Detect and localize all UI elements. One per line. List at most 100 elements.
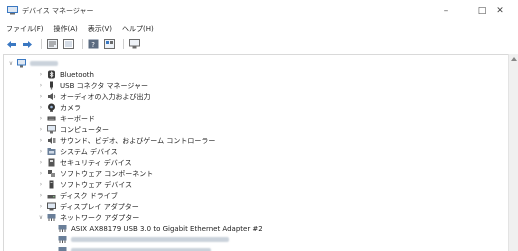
scroll-up-icon[interactable]: [511, 57, 517, 61]
chevron-right-icon[interactable]: ›: [37, 93, 45, 100]
tree-root[interactable]: ∨: [7, 58, 58, 69]
network-card-icon: [58, 236, 67, 243]
scan-hardware-button[interactable]: [128, 38, 141, 50]
speaker-icon: [48, 93, 56, 100]
monitor-icon: [129, 39, 140, 49]
tree-item-network-adapter-redacted[interactable]: [56, 234, 229, 245]
svg-text:?: ?: [91, 41, 95, 49]
tree-item-label: カメラ: [60, 103, 81, 112]
chevron-right-icon[interactable]: ›: [37, 203, 45, 210]
security-icon: [48, 158, 55, 167]
menu-file[interactable]: ファイル(F): [6, 24, 44, 34]
tree-item-usb-connector[interactable]: › USB コネクタ マネージャー: [37, 80, 148, 91]
view-button[interactable]: [103, 38, 116, 50]
menu-bar: ファイル(F) 操作(A) 表示(V) ヘルプ(H): [0, 22, 518, 36]
menu-view[interactable]: 表示(V): [88, 24, 112, 34]
help-button[interactable]: ?: [87, 38, 100, 50]
forward-icon: [23, 40, 32, 48]
help-icon: ?: [88, 39, 99, 49]
view-icon: [104, 39, 115, 49]
toolbar-separator: [82, 39, 83, 49]
tree-item-camera[interactable]: › カメラ: [37, 102, 81, 113]
chevron-right-icon[interactable]: ›: [37, 137, 45, 144]
tree-item-label: ディスク ドライブ: [60, 191, 118, 200]
tree-item-software-devices[interactable]: › ソフトウェア デバイス: [37, 179, 132, 190]
tree-item-label: システム デバイス: [60, 147, 118, 156]
chevron-right-icon[interactable]: ›: [37, 148, 45, 155]
vertical-scrollbar[interactable]: [508, 54, 518, 251]
tree-item-label: キーボード: [60, 114, 95, 123]
computer-icon: [47, 125, 56, 134]
bluetooth-icon: [48, 70, 55, 79]
tree-item-network-adapters[interactable]: ∨ ネットワーク アダプター: [37, 212, 139, 223]
tree-item-label: コンピューター: [60, 125, 109, 134]
tree-item-label: USB コネクタ マネージャー: [60, 81, 149, 90]
display-icon: [47, 202, 56, 211]
keyboard-icon: [47, 116, 56, 121]
tree-item-asix-adapter[interactable]: ASIX AX88179 USB 3.0 to Gigabit Ethernet…: [56, 223, 263, 234]
device-list-button[interactable]: [62, 38, 75, 50]
tree-item-label: オーディオの入力および出力: [60, 92, 151, 101]
back-icon: [7, 40, 16, 48]
computer-icon: [17, 59, 26, 68]
tree-item-keyboard[interactable]: › キーボード: [37, 113, 95, 124]
device-tree: ∨ › Bluetooth › USB コネクタ マネージャー › オーディオの…: [3, 54, 508, 251]
properties-icon: [47, 39, 58, 49]
minimize-button[interactable]: –: [428, 0, 464, 22]
window-title: デバイス マネージャー: [22, 7, 94, 15]
tree-item-sound-video-game[interactable]: › サウンド、ビデオ、およびゲーム コントローラー: [37, 135, 216, 146]
disk-icon: [47, 195, 56, 199]
chevron-down-icon[interactable]: ∨: [37, 214, 45, 221]
back-button[interactable]: [5, 38, 18, 50]
chevron-right-icon[interactable]: ›: [37, 159, 45, 166]
component-icon: [48, 170, 55, 177]
device-manager-icon: [7, 6, 18, 15]
network-icon: [47, 214, 56, 221]
tree-item-bluetooth[interactable]: › Bluetooth: [37, 69, 94, 80]
close-button[interactable]: ✕: [482, 0, 518, 22]
tree-item-system-devices[interactable]: › システム デバイス: [37, 146, 118, 157]
camera-icon: [48, 103, 55, 112]
forward-button[interactable]: [21, 38, 34, 50]
chevron-right-icon[interactable]: ›: [37, 104, 45, 111]
tree-item-label: ソフトウェア デバイス: [60, 180, 133, 189]
tree-item-label: ソフトウェア コンポーネント: [60, 169, 154, 178]
system-folder-icon: [47, 148, 56, 155]
properties-button[interactable]: [46, 38, 59, 50]
chevron-right-icon[interactable]: ›: [37, 181, 45, 188]
tree-item-label: Bluetooth: [60, 70, 94, 79]
menu-help[interactable]: ヘルプ(H): [122, 24, 154, 34]
sound-icon: [48, 137, 56, 144]
tree-item-network-adapter-redacted[interactable]: [56, 245, 211, 251]
title-bar: デバイス マネージャー – □ ✕: [0, 0, 518, 22]
tree-item-label: セキュリティ デバイス: [60, 158, 132, 167]
tree-item-display-adapters[interactable]: › ディスプレイ アダプター: [37, 201, 139, 212]
toolbar-separator: [123, 39, 124, 49]
computer-name-redacted: [30, 61, 58, 66]
chevron-right-icon[interactable]: ›: [37, 71, 45, 78]
device-list-icon: [63, 39, 74, 49]
network-card-icon: [58, 247, 67, 251]
chevron-down-icon[interactable]: ∨: [7, 60, 15, 67]
chevron-right-icon[interactable]: ›: [37, 170, 45, 177]
tree-item-label: ASIX AX88179 USB 3.0 to Gigabit Ethernet…: [71, 224, 263, 233]
tree-item-software-components[interactable]: › ソフトウェア コンポーネント: [37, 168, 153, 179]
tree-item-label: ディスプレイ アダプター: [60, 202, 139, 211]
tree-item-computer[interactable]: › コンピューター: [37, 124, 109, 135]
chevron-right-icon[interactable]: ›: [37, 126, 45, 133]
toolbar: ?: [0, 36, 518, 52]
tree-item-disk-drives[interactable]: › ディスク ドライブ: [37, 190, 118, 201]
tree-item-label: サウンド、ビデオ、およびゲーム コントローラー: [60, 136, 216, 145]
software-device-icon: [49, 180, 54, 189]
tree-item-security-devices[interactable]: › セキュリティ デバイス: [37, 157, 132, 168]
tree-item-label: ネットワーク アダプター: [60, 213, 140, 222]
adapter-name-redacted: [71, 237, 229, 242]
network-card-icon: [58, 225, 67, 232]
usb-icon: [50, 81, 53, 90]
toolbar-separator: [41, 39, 42, 49]
menu-action[interactable]: 操作(A): [54, 24, 78, 34]
chevron-right-icon[interactable]: ›: [37, 82, 45, 89]
chevron-right-icon[interactable]: ›: [37, 192, 45, 199]
tree-item-audio-io[interactable]: › オーディオの入力および出力: [37, 91, 151, 102]
chevron-right-icon[interactable]: ›: [37, 115, 45, 122]
